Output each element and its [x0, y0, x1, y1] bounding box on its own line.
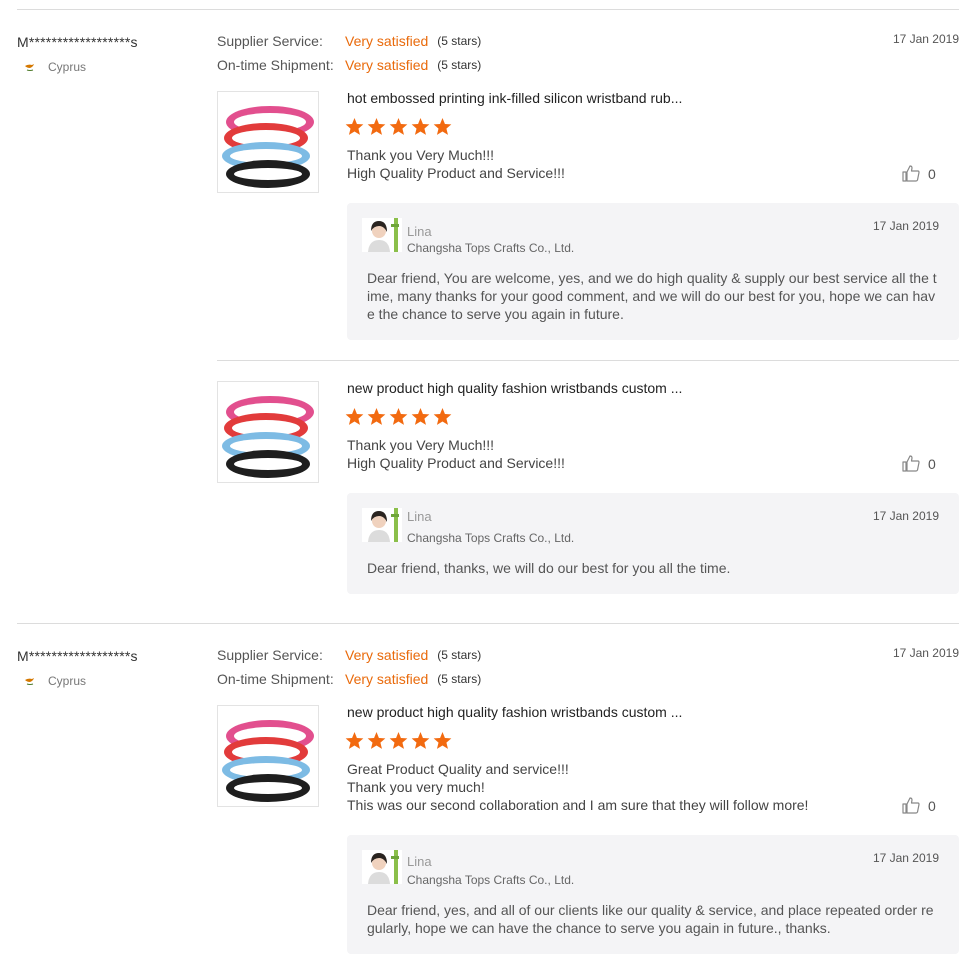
star-icon: [389, 732, 409, 751]
reply-date: 17 Jan 2019: [872, 851, 939, 865]
star-icon: [411, 408, 431, 427]
product-thumbnail[interactable]: [217, 91, 319, 193]
reply-company: Changsha Tops Crafts Co., Ltd.: [407, 531, 575, 545]
supplier-reply: Lina Changsha Tops Crafts Co., Ltd. 17 J…: [347, 493, 959, 594]
item-divider: [217, 360, 959, 361]
product-rating-stars: [345, 408, 453, 427]
shipment-label: On-time Shipment:: [217, 57, 334, 73]
supplier-service-rating: Supplier Service: Very satisfied (5 star…: [217, 647, 481, 663]
like-count: 0: [928, 165, 936, 182]
shipment-value: Very satisfied: [345, 671, 429, 687]
supplier-service-label: Supplier Service:: [217, 33, 323, 49]
review-divider: [17, 9, 959, 10]
like-count: 0: [928, 455, 936, 472]
shipment-value: Very satisfied: [345, 57, 429, 73]
product-rating-stars: [345, 732, 453, 751]
country-label: Cyprus: [48, 674, 87, 688]
supplier-avatar: [362, 218, 402, 252]
supplier-service-rating: Supplier Service: Very satisfied (5 star…: [217, 33, 481, 49]
star-icon: [389, 118, 409, 137]
star-icon: [389, 408, 409, 427]
review-divider: [17, 623, 959, 624]
review-text: Thank you Very Much!!! High Quality Prod…: [347, 437, 565, 471]
star-icon: [433, 408, 453, 427]
star-icon: [411, 732, 431, 751]
product-rating-stars: [345, 118, 453, 137]
reply-company: Changsha Tops Crafts Co., Ltd.: [407, 241, 575, 255]
supplier-service-label: Supplier Service:: [217, 647, 323, 663]
star-icon: [433, 732, 453, 751]
shipment-rating: On-time Shipment: Very satisfied (5 star…: [217, 671, 481, 687]
review-text: Thank you Very Much!!! High Quality Prod…: [347, 147, 565, 181]
product-title-link[interactable]: hot embossed printing ink-filled silicon…: [347, 90, 682, 106]
supplier-service-stars: (5 stars): [437, 34, 482, 48]
cyprus-flag-icon: [22, 675, 38, 687]
country-label: Cyprus: [48, 60, 87, 74]
like-button[interactable]: 0: [902, 455, 936, 472]
shipment-rating: On-time Shipment: Very satisfied (5 star…: [217, 57, 481, 73]
review-date: 17 Jan 2019: [892, 32, 959, 46]
star-icon: [345, 732, 365, 751]
star-icon: [345, 408, 365, 427]
like-button[interactable]: 0: [902, 165, 936, 182]
reply-text: Dear friend, yes, and all of our clients…: [367, 902, 934, 936]
star-icon: [433, 118, 453, 137]
review-date: 17 Jan 2019: [892, 646, 959, 660]
thumbs-up-icon: [902, 165, 920, 182]
like-count: 0: [928, 797, 936, 814]
reply-date: 17 Jan 2019: [872, 509, 939, 523]
buyer-country: Cyprus: [22, 674, 86, 688]
product-thumbnail[interactable]: [217, 381, 319, 483]
review-text: Great Product Quality and service!!! Tha…: [347, 761, 809, 813]
like-button[interactable]: 0: [902, 797, 936, 814]
product-thumbnail[interactable]: [217, 705, 319, 807]
star-icon: [367, 408, 387, 427]
supplier-service-stars: (5 stars): [437, 648, 482, 662]
supplier-avatar: [362, 850, 402, 884]
star-icon: [411, 118, 431, 137]
product-title-link[interactable]: new product high quality fashion wristba…: [347, 380, 682, 396]
star-icon: [367, 732, 387, 751]
reply-text: Dear friend, thanks, we will do our best…: [367, 560, 731, 576]
supplier-avatar: [362, 508, 402, 542]
star-icon: [367, 118, 387, 137]
buyer-country: Cyprus: [22, 60, 86, 74]
shipment-label: On-time Shipment:: [217, 671, 334, 687]
product-title-link[interactable]: new product high quality fashion wristba…: [347, 704, 682, 720]
reply-date: 17 Jan 2019: [872, 219, 939, 233]
supplier-service-value: Very satisfied: [345, 33, 429, 49]
thumbs-up-icon: [902, 797, 920, 814]
reply-author: Lina: [407, 224, 432, 239]
shipment-stars: (5 stars): [437, 58, 482, 72]
buyer-name: M******************s: [17, 34, 138, 50]
shipment-stars: (5 stars): [437, 672, 482, 686]
reply-text: Dear friend, You are welcome, yes, and w…: [367, 270, 937, 322]
buyer-name: M******************s: [17, 648, 138, 664]
thumbs-up-icon: [902, 455, 920, 472]
reply-company: Changsha Tops Crafts Co., Ltd.: [407, 873, 575, 887]
reply-author: Lina: [407, 854, 432, 869]
cyprus-flag-icon: [22, 61, 38, 73]
supplier-reply: Lina Changsha Tops Crafts Co., Ltd. 17 J…: [347, 203, 959, 340]
supplier-service-value: Very satisfied: [345, 647, 429, 663]
supplier-reply: Lina Changsha Tops Crafts Co., Ltd. 17 J…: [347, 835, 959, 954]
star-icon: [345, 118, 365, 137]
reply-author: Lina: [407, 509, 432, 524]
